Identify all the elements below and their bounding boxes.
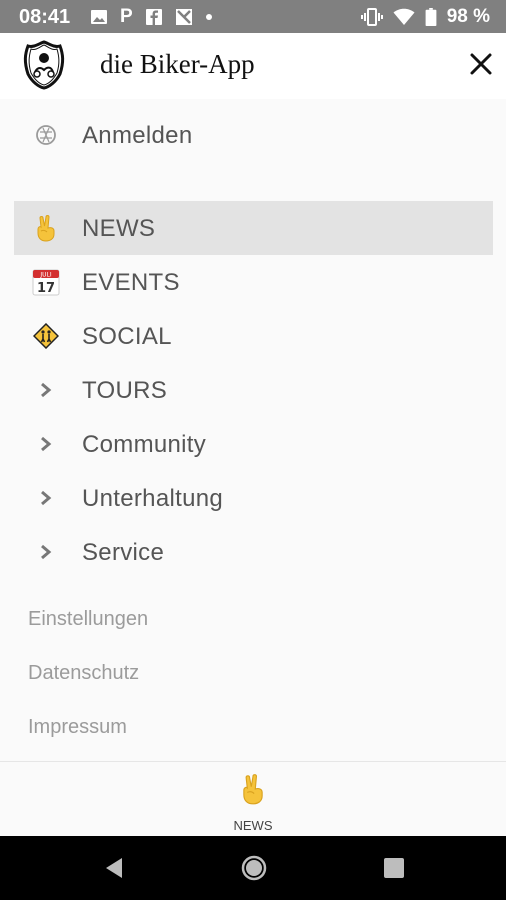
back-icon[interactable] xyxy=(100,854,128,882)
app-header: die Biker-App xyxy=(0,33,506,99)
close-icon[interactable] xyxy=(468,51,494,77)
gallery-icon xyxy=(175,9,192,25)
chevron-right-icon xyxy=(32,538,60,566)
calendar-day: 17 xyxy=(37,281,55,296)
menu-item-tours[interactable]: TOURS xyxy=(14,363,493,417)
battery-percent: 98 % xyxy=(446,6,490,27)
link-impressum[interactable]: Impressum xyxy=(28,716,127,739)
notification-icons: P xyxy=(90,6,213,28)
login-button[interactable]: Anmelden xyxy=(14,108,493,162)
wifi-icon xyxy=(393,8,415,25)
menu-item-events[interactable]: JULI 17 EVENTS xyxy=(14,255,493,309)
facebook-icon xyxy=(145,9,162,25)
menu-label-news: NEWS xyxy=(82,215,156,242)
menu-label-tours: TOURS xyxy=(82,377,168,404)
menu-label-events: EVENTS xyxy=(82,269,180,296)
menu-label-community: Community xyxy=(82,431,207,458)
recents-icon[interactable] xyxy=(380,854,408,882)
menu-label-social: SOCIAL xyxy=(82,323,172,350)
chevron-right-icon xyxy=(32,484,60,512)
battery-icon xyxy=(425,8,437,26)
home-icon[interactable] xyxy=(240,854,268,882)
calendar-icon: JULI 17 xyxy=(32,268,60,296)
tab-news[interactable]: NEWS xyxy=(223,770,283,833)
system-icons: 98 % xyxy=(360,6,490,28)
peace-hand-icon xyxy=(32,214,60,242)
status-bar: 08:41 P 98 % xyxy=(0,0,506,33)
menu-item-news[interactable]: NEWS xyxy=(14,201,493,255)
tab-news-label: NEWS xyxy=(233,818,273,833)
login-icon xyxy=(32,121,60,149)
menu-label-service: Service xyxy=(82,539,165,566)
app-title: die Biker-App xyxy=(100,49,255,79)
peace-hand-icon xyxy=(243,774,263,805)
menu-item-unterhaltung[interactable]: Unterhaltung xyxy=(14,471,493,525)
system-nav-bar xyxy=(0,836,506,900)
link-datenschutz[interactable]: Datenschutz xyxy=(28,662,139,685)
chevron-right-icon xyxy=(32,376,60,404)
warning-sign-icon xyxy=(32,322,60,350)
menu-item-community[interactable]: Community xyxy=(14,417,493,471)
login-label: Anmelden xyxy=(82,122,193,149)
bottom-tab-bar: NEWS xyxy=(0,761,506,836)
parking-icon: P xyxy=(120,6,133,27)
dot-icon xyxy=(205,14,212,20)
vibrate-icon xyxy=(360,8,383,26)
chevron-right-icon xyxy=(32,430,60,458)
image-icon xyxy=(91,10,107,24)
calendar-month: JULI xyxy=(39,272,52,279)
menu-item-service[interactable]: Service xyxy=(14,525,493,579)
menu-label-unterhaltung: Unterhaltung xyxy=(82,485,224,512)
status-time: 08:41 xyxy=(19,6,71,28)
menu-item-social[interactable]: SOCIAL xyxy=(14,309,493,363)
link-einstellungen[interactable]: Einstellungen xyxy=(28,608,148,631)
app-logo[interactable] xyxy=(22,40,66,90)
